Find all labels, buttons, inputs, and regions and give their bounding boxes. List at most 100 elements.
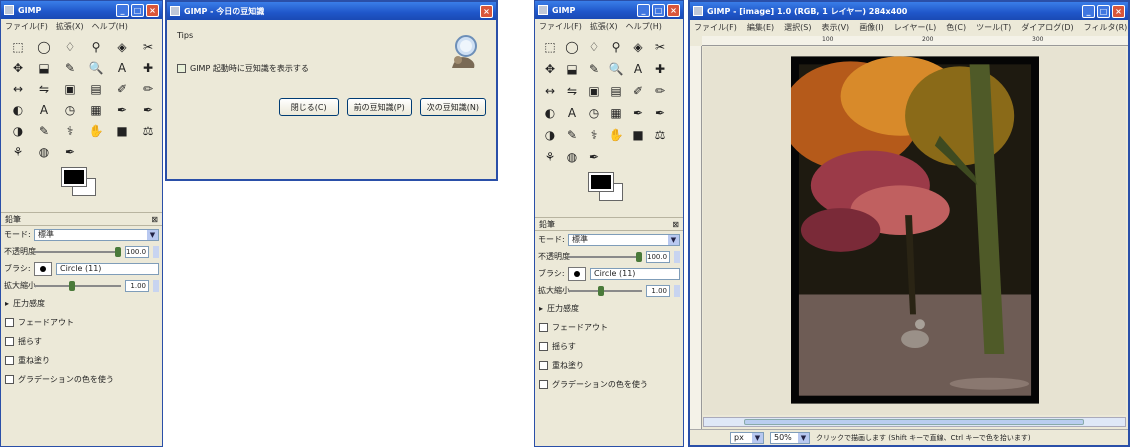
maximize-button[interactable]: □ [1097, 4, 1110, 18]
align-icon[interactable]: ✚ [139, 60, 157, 76]
image-titlebar[interactable]: GIMP - [image] 1.0 (RGB, 1 レイヤー) 284x400… [690, 2, 1128, 20]
slider-knob[interactable] [597, 285, 604, 296]
crop-icon[interactable]: ⬓ [563, 61, 581, 77]
free-select-icon[interactable]: ♢ [585, 39, 603, 55]
pressure-expander[interactable]: ▸ 圧力感度 [1, 294, 162, 313]
zoom-select[interactable]: 50% ▼ [770, 431, 810, 444]
rect-select-icon[interactable]: ⬚ [9, 39, 27, 55]
close-button[interactable]: × [146, 3, 159, 17]
menu-file[interactable]: ファイル(F) [5, 21, 48, 32]
heal-icon[interactable]: ⚕ [61, 123, 79, 139]
scissors-icon[interactable]: ✂ [651, 39, 669, 55]
gradient-icon[interactable]: ▤ [87, 81, 105, 97]
opacity-stepper[interactable] [674, 250, 680, 263]
scale-input[interactable]: 1.00 [125, 279, 149, 292]
dialog-titlebar[interactable]: GIMP - 今日の豆知識 × [167, 2, 496, 20]
tool-icon[interactable]: ◐ [541, 105, 559, 121]
heal-icon[interactable]: ⚕ [585, 127, 603, 143]
menu-help[interactable]: ヘルプ(H) [92, 21, 128, 32]
dodge-icon[interactable]: ◍ [35, 144, 53, 160]
panel-menu-icon[interactable]: ⊠ [151, 215, 158, 224]
toolbox-titlebar[interactable]: GIMP _ □ × [1, 1, 162, 19]
text-icon[interactable]: A [629, 61, 647, 77]
next-tip-button[interactable]: 次の豆知識(N) [419, 98, 486, 116]
opacity-stepper[interactable] [153, 245, 159, 258]
color-select-icon[interactable]: ◈ [629, 39, 647, 55]
previous-tip-button[interactable]: 前の豆知識(P) [346, 98, 412, 116]
eraser-icon[interactable]: ◑ [9, 123, 27, 139]
horizontal-scrollbar[interactable] [703, 417, 1126, 427]
gradient-checkbox[interactable] [5, 375, 14, 384]
horizontal-ruler[interactable]: 100 200 300 [702, 36, 1128, 46]
airbrush-icon[interactable]: ✒ [651, 105, 669, 121]
flip-icon[interactable]: ⇋ [35, 81, 53, 97]
gradient-checkbox[interactable] [539, 380, 548, 389]
brush-preview-button[interactable] [34, 261, 52, 276]
brush-preview-button[interactable] [568, 266, 586, 281]
menu-file[interactable]: ファイル(F) [539, 21, 582, 32]
smudge-icon[interactable]: ✋ [607, 127, 625, 143]
canvas-area[interactable] [703, 47, 1126, 415]
mode-select[interactable]: 標準 ▼ [568, 233, 680, 246]
transform-icon[interactable]: ↔ [541, 83, 559, 99]
fade-checkbox[interactable] [539, 323, 548, 332]
brush-icon[interactable]: ✏ [651, 83, 669, 99]
image-menu-item[interactable]: ファイル(F) [694, 22, 737, 33]
path-icon[interactable]: ⚘ [9, 144, 27, 160]
scale-slider[interactable] [34, 280, 121, 291]
image-menu-item[interactable]: 選択(S) [784, 22, 811, 33]
pencil-icon[interactable]: ✐ [629, 83, 647, 99]
slider-knob[interactable] [636, 251, 642, 262]
airbrush-icon[interactable]: ✒ [139, 102, 157, 118]
clock-icon[interactable]: ◷ [585, 105, 603, 121]
color-picker-icon[interactable]: ✎ [585, 61, 603, 77]
mode-select[interactable]: 標準 ▼ [34, 228, 159, 241]
flip-icon[interactable]: ⇋ [563, 83, 581, 99]
scale-input[interactable]: 1.00 [646, 284, 670, 297]
measure-icon[interactable]: ⚖ [651, 127, 669, 143]
jitter-checkbox[interactable] [539, 342, 548, 351]
menu-help[interactable]: ヘルプ(H) [626, 21, 662, 32]
text-tool-icon[interactable]: A [35, 102, 53, 118]
crop-icon[interactable]: ⬓ [35, 60, 53, 76]
photo-autumn-maple-deer[interactable] [791, 55, 1039, 405]
close-button[interactable]: × [1112, 4, 1125, 18]
show-tips-checkbox[interactable] [177, 64, 186, 73]
ink-icon[interactable]: ✒ [61, 144, 79, 160]
slider-knob[interactable] [68, 280, 75, 291]
sponge-icon[interactable]: ■ [113, 123, 131, 139]
close-tip-button[interactable]: 閉じる(C) [278, 98, 339, 116]
scissors-icon[interactable]: ✂ [139, 39, 157, 55]
transform-icon[interactable]: ↔ [9, 81, 27, 97]
free-select-icon[interactable]: ♢ [61, 39, 79, 55]
image-menu-item[interactable]: ツール(T) [976, 22, 1011, 33]
ellipse-select-icon[interactable]: ◯ [563, 39, 581, 55]
unit-select[interactable]: px ▼ [730, 431, 764, 444]
ink-icon[interactable]: ✒ [585, 149, 603, 165]
smudge-icon[interactable]: ✋ [87, 123, 105, 139]
image-menu-item[interactable]: 編集(E) [747, 22, 774, 33]
text-tool-icon[interactable]: A [563, 105, 581, 121]
gradient-icon[interactable]: ▤ [607, 83, 625, 99]
fade-checkbox[interactable] [5, 318, 14, 327]
rect-icon[interactable]: ▦ [607, 105, 625, 121]
maximize-button[interactable]: □ [131, 3, 144, 17]
rect-select-icon[interactable]: ⬚ [541, 39, 559, 55]
color-picker-icon[interactable]: ✎ [61, 60, 79, 76]
zoom-icon[interactable]: 🔍 [607, 61, 625, 77]
fuzzy-select-icon[interactable]: ⚲ [607, 39, 625, 55]
brush-icon[interactable]: ✏ [139, 81, 157, 97]
opacity-slider[interactable] [34, 246, 121, 257]
clock-icon[interactable]: ◷ [61, 102, 79, 118]
zoom-icon[interactable]: 🔍 [87, 60, 105, 76]
scale-stepper[interactable] [674, 284, 680, 297]
color-select-icon[interactable]: ◈ [113, 39, 131, 55]
minimize-button[interactable]: _ [637, 3, 650, 17]
opacity-input[interactable]: 100.0 [125, 245, 149, 258]
clone-icon[interactable]: ✎ [563, 127, 581, 143]
text-icon[interactable]: A [113, 60, 131, 76]
dialog-close-button[interactable]: × [480, 4, 493, 18]
move-icon[interactable]: ✥ [9, 60, 27, 76]
pencil2-icon[interactable]: ✒ [629, 105, 647, 121]
bucket-icon[interactable]: ▣ [585, 83, 603, 99]
